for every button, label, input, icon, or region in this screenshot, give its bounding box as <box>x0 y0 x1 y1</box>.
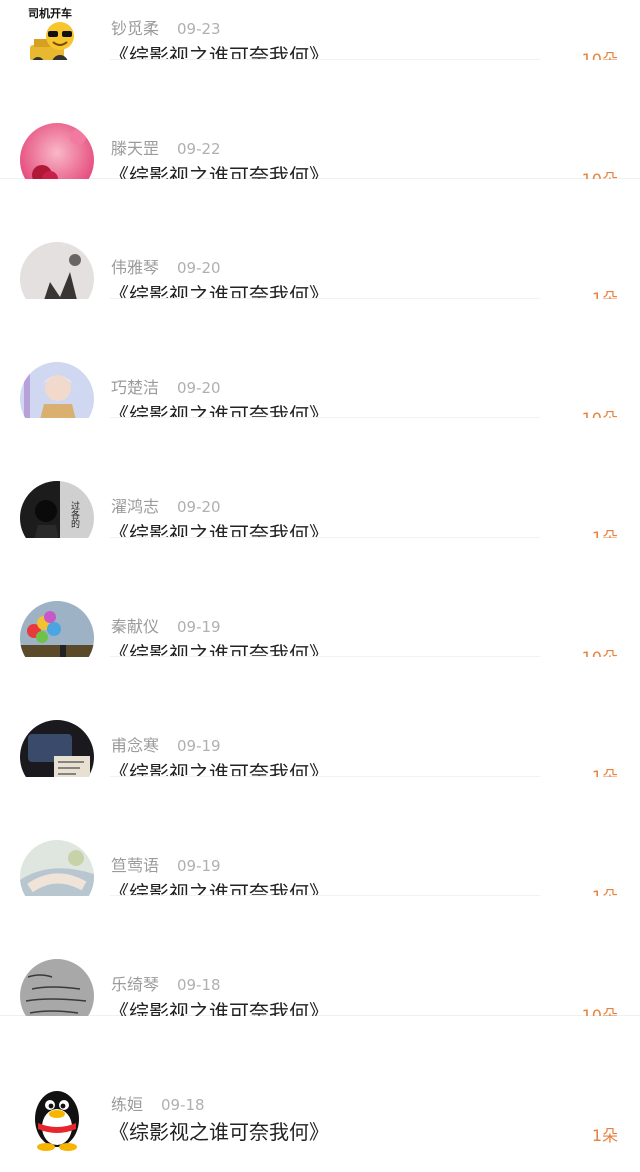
sent-date: 09-22 <box>177 139 221 158</box>
sender-meta: 练姮 09-18 <box>111 1091 205 1115</box>
sender-name: 滕天罡 <box>111 138 160 158</box>
flower-amount: 1朵 <box>591 1125 618 1145</box>
sent-date: 09-19 <box>177 737 221 755</box>
sender-meta: 乐绮琴 09-18 <box>111 971 221 995</box>
list-item[interactable]: 伟雅琴09-20 《综影视之谁可奈我何》 1朵 <box>0 179 640 316</box>
sender-name: 秦献仪 <box>111 616 160 636</box>
sender-meta: 秦献仪 09-19 <box>111 613 221 637</box>
sender-meta: 钞觅柔 09-23 <box>111 15 221 39</box>
sent-date: 09-19 <box>177 856 221 875</box>
list-item[interactable]: 过各的 濯鸿志09-20 《综影视之谁可奈我何》 1朵 <box>0 418 640 555</box>
sent-date: 09-20 <box>177 498 221 516</box>
sender-meta: 甫念寒 09-19 <box>111 732 221 756</box>
list-item[interactable]: 笪莺语09-19 《综影视之谁可奈我何》 1朵 <box>0 776 640 914</box>
book-title[interactable]: 《综影视之谁可奈我何》 <box>109 1116 329 1145</box>
list-item[interactable]: 巧楚洁09-20 《综影视之谁可奈我何》 10朵 <box>0 298 640 436</box>
list-item[interactable]: 滕天罡09-22 《综影视之谁可奈我何》 10朵 <box>0 59 640 197</box>
sender-meta: 滕天罡 09-22 <box>111 135 221 159</box>
sender-name: 甫念寒 <box>111 736 160 755</box>
avatar-caption: 司机开车 <box>28 6 72 20</box>
sender-name: 乐绮琴 <box>111 975 160 994</box>
list-item[interactable]: 秦献仪09-19 《综影视之谁可奈我何》 10朵 <box>0 537 640 675</box>
sent-date: 09-18 <box>177 976 221 994</box>
sender-name: 钞觅柔 <box>111 19 160 38</box>
list-item[interactable]: 练姮 09-18 《综影视之谁可奈我何》 1朵 <box>0 1015 640 1153</box>
sender-name: 伟雅琴 <box>111 258 160 277</box>
sender-name: 濯鸿志 <box>111 497 160 516</box>
sent-date: 09-20 <box>177 378 221 397</box>
sent-date: 09-23 <box>177 20 221 38</box>
avatar-caption: 过各的 <box>69 500 80 529</box>
sender-name: 笪莺语 <box>111 855 160 875</box>
list-item[interactable]: 司机开车 钞觅柔09-23 《综影视之谁可奈我何》 10朵 <box>0 0 640 77</box>
sent-date: 09-19 <box>177 617 221 636</box>
sender-meta: 巧楚洁 09-20 <box>111 374 221 398</box>
avatar[interactable] <box>20 1078 94 1153</box>
sender-meta: 笪莺语 09-19 <box>111 852 221 876</box>
list-item[interactable]: 乐绮琴09-18 《综影视之谁可奈我何》 10朵 <box>0 896 640 1033</box>
list-item[interactable]: 甫念寒09-19 《综影视之谁可奈我何》 1朵 <box>0 657 640 794</box>
qq-penguin-avatar-icon <box>20 1078 94 1153</box>
sender-name: 练姮 <box>111 1094 144 1114</box>
sender-meta: 濯鸿志 09-20 <box>111 493 221 517</box>
sent-date: 09-20 <box>177 259 221 277</box>
sent-date: 09-18 <box>161 1095 205 1114</box>
reward-list: 司机开车 钞觅柔09-23 《综影视之谁可奈我何》 10朵 <box>0 0 640 1153</box>
sender-meta: 伟雅琴 09-20 <box>111 254 221 278</box>
sender-name: 巧楚洁 <box>111 377 160 397</box>
